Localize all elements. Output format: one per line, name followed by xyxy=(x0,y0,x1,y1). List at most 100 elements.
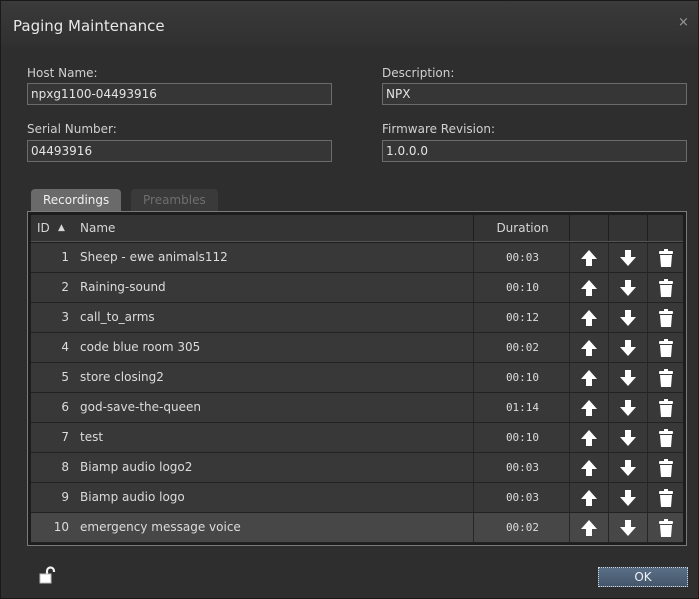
column-divider xyxy=(473,303,474,332)
column-divider xyxy=(647,273,648,302)
row-id: 6 xyxy=(61,400,69,414)
arrow-up-icon[interactable] xyxy=(579,459,599,477)
title-bar: Paging Maintenance × xyxy=(1,1,698,47)
column-divider xyxy=(473,453,474,482)
column-divider xyxy=(473,273,474,302)
column-divider xyxy=(608,393,609,422)
arrow-up-icon[interactable] xyxy=(579,309,599,327)
column-divider xyxy=(608,453,609,482)
table-row[interactable]: 3 call_to_arms 00:12 xyxy=(31,303,683,333)
column-divider xyxy=(647,215,648,241)
close-icon[interactable]: × xyxy=(678,16,689,29)
description-label: Description: xyxy=(382,66,455,80)
column-divider xyxy=(569,363,570,392)
trash-icon[interactable] xyxy=(656,249,676,267)
table-row[interactable]: 1 Sheep - ewe animals112 00:03 xyxy=(31,243,683,273)
row-duration: 00:03 xyxy=(505,251,540,264)
arrow-down-icon[interactable] xyxy=(618,309,638,327)
column-divider xyxy=(473,215,474,241)
description-field[interactable] xyxy=(382,83,687,105)
table-row[interactable]: 10 emergency message voice 00:02 xyxy=(31,513,683,543)
column-divider xyxy=(473,393,474,422)
table-row[interactable]: 8 Biamp audio logo2 00:03 xyxy=(31,453,683,483)
trash-icon[interactable] xyxy=(656,489,676,507)
serial-number-field[interactable] xyxy=(27,140,332,162)
column-divider xyxy=(569,243,570,272)
arrow-down-icon[interactable] xyxy=(618,459,638,477)
window-title: Paging Maintenance xyxy=(13,17,165,35)
arrow-up-icon[interactable] xyxy=(579,279,599,297)
tab-recordings[interactable]: Recordings xyxy=(31,189,122,211)
column-divider xyxy=(608,215,609,241)
column-divider xyxy=(569,513,570,542)
sort-ascending-icon: ▲ xyxy=(58,223,65,233)
column-header-duration[interactable]: Duration xyxy=(476,215,569,241)
arrow-down-icon[interactable] xyxy=(618,399,638,417)
grid-rows: 1 Sheep - ewe animals112 00:03 2 Raining-sou… xyxy=(31,243,683,543)
row-id: 10 xyxy=(53,520,69,534)
column-header-name[interactable]: Name xyxy=(80,215,115,241)
arrow-down-icon[interactable] xyxy=(618,249,638,267)
column-divider xyxy=(569,215,570,241)
host-name-field[interactable] xyxy=(27,83,332,105)
row-id: 1 xyxy=(61,250,69,264)
row-name: store closing2 xyxy=(80,370,164,384)
column-divider xyxy=(569,273,570,302)
column-divider xyxy=(473,483,474,512)
trash-icon[interactable] xyxy=(656,309,676,327)
row-duration: 00:02 xyxy=(505,521,540,534)
arrow-down-icon[interactable] xyxy=(618,519,638,537)
column-divider xyxy=(647,333,648,362)
firmware-revision-label: Firmware Revision: xyxy=(382,122,496,136)
arrow-down-icon[interactable] xyxy=(618,339,638,357)
row-id: 3 xyxy=(61,310,69,324)
host-name-label: Host Name: xyxy=(27,66,98,80)
arrow-down-icon[interactable] xyxy=(618,429,638,447)
arrow-up-icon[interactable] xyxy=(579,519,599,537)
trash-icon[interactable] xyxy=(656,369,676,387)
tab-preambles[interactable]: Preambles xyxy=(131,189,218,211)
table-row[interactable]: 4 code blue room 305 00:02 xyxy=(31,333,683,363)
trash-icon[interactable] xyxy=(656,459,676,477)
row-name: god-save-the-queen xyxy=(80,400,201,414)
trash-icon[interactable] xyxy=(656,429,676,447)
column-divider xyxy=(608,483,609,512)
column-divider xyxy=(647,423,648,452)
trash-icon[interactable] xyxy=(656,399,676,417)
column-divider xyxy=(473,513,474,542)
table-row[interactable]: 2 Raining-sound 00:10 xyxy=(31,273,683,303)
table-row[interactable]: 7 test 00:10 xyxy=(31,423,683,453)
table-row[interactable]: 6 god-save-the-queen 01:14 xyxy=(31,393,683,423)
arrow-down-icon[interactable] xyxy=(618,489,638,507)
arrow-up-icon[interactable] xyxy=(579,399,599,417)
arrow-up-icon[interactable] xyxy=(579,249,599,267)
column-divider xyxy=(608,363,609,392)
trash-icon[interactable] xyxy=(656,519,676,537)
firmware-revision-field[interactable] xyxy=(382,140,687,162)
arrow-up-icon[interactable] xyxy=(579,429,599,447)
column-divider xyxy=(569,453,570,482)
arrow-up-icon[interactable] xyxy=(579,369,599,387)
lock-icon[interactable] xyxy=(39,566,57,584)
ok-button[interactable]: OK xyxy=(598,567,688,587)
table-row[interactable]: 5 store closing2 00:10 xyxy=(31,363,683,393)
column-divider xyxy=(608,273,609,302)
arrow-down-icon[interactable] xyxy=(618,279,638,297)
row-duration: 00:02 xyxy=(505,341,540,354)
column-header-id[interactable]: ID xyxy=(37,215,50,241)
row-name: Raining-sound xyxy=(80,280,166,294)
column-divider xyxy=(473,423,474,452)
row-id: 9 xyxy=(61,490,69,504)
trash-icon[interactable] xyxy=(656,279,676,297)
column-divider xyxy=(473,333,474,362)
column-divider xyxy=(569,333,570,362)
arrow-down-icon[interactable] xyxy=(618,369,638,387)
arrow-up-icon[interactable] xyxy=(579,339,599,357)
arrow-up-icon[interactable] xyxy=(579,489,599,507)
column-divider xyxy=(647,453,648,482)
table-row[interactable]: 9 Biamp audio logo 00:03 xyxy=(31,483,683,513)
row-name: code blue room 305 xyxy=(80,340,201,354)
trash-icon[interactable] xyxy=(656,339,676,357)
row-duration: 00:12 xyxy=(505,311,540,324)
column-divider xyxy=(569,423,570,452)
